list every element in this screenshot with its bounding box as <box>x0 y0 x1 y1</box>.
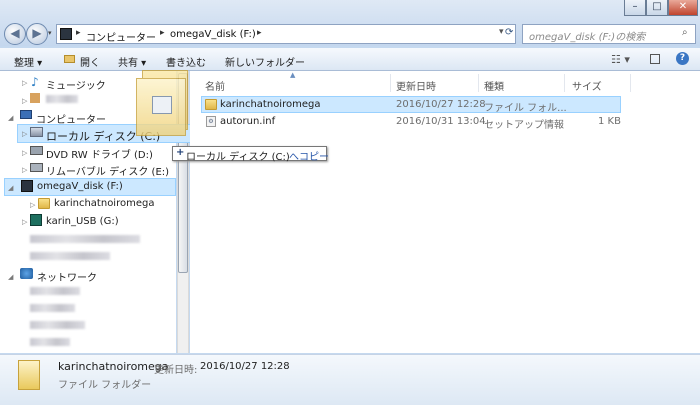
collapse-icon[interactable]: ◢ <box>8 184 13 192</box>
file-type: セットアップ情報 <box>484 120 564 131</box>
drag-copy-tooltip: + ローカル ディスク (C:) へコピー <box>172 146 329 163</box>
omega-drive-icon <box>21 180 33 192</box>
collapse-icon[interactable]: ◢ <box>8 273 13 281</box>
nav-item-karin-usb[interactable]: karin_USB (G:) <box>46 216 119 227</box>
expand-icon[interactable]: ▷ <box>22 218 27 226</box>
file-date: 2016/10/31 13:04 <box>396 116 486 127</box>
dvd-drive-icon <box>30 146 43 155</box>
nav-item-omega[interactable]: omegaV_disk (F:) <box>37 181 123 192</box>
breadcrumb-computer[interactable]: コンピューター <box>86 29 156 44</box>
drag-ghost-folder-icon <box>136 70 192 136</box>
drive-icon <box>60 28 72 40</box>
column-header-type[interactable]: 種類 <box>484 78 504 93</box>
search-input[interactable]: omegaV_disk (F:)の検索 <box>522 24 696 44</box>
folder-icon <box>38 198 50 209</box>
address-bar[interactable]: ▸ コンピューター ▸ omegaV_disk (F:) ▸ ▾ <box>56 24 516 44</box>
expand-icon[interactable]: ▷ <box>30 201 35 209</box>
drop-target-name: ローカル ディスク (C:) <box>186 152 290 163</box>
share-button[interactable]: 共有 ▾ <box>118 54 146 69</box>
recent-pages-icon[interactable]: ▾ <box>48 29 52 37</box>
file-name: karinchatnoiromega <box>220 99 321 110</box>
column-divider[interactable] <box>478 74 479 92</box>
forward-button[interactable]: ▶ <box>26 23 48 45</box>
column-divider[interactable] <box>564 74 565 92</box>
music-icon: ♪ <box>31 75 39 89</box>
nav-item-dvd[interactable]: DVD RW ドライブ (D:) <box>46 146 153 161</box>
collapse-icon[interactable]: ◢ <box>8 114 13 122</box>
redacted-label <box>30 304 75 312</box>
computer-icon <box>20 110 32 119</box>
command-bar <box>0 48 700 71</box>
preview-pane-icon[interactable] <box>650 54 660 64</box>
file-date: 2016/10/27 12:28 <box>396 99 486 110</box>
crumb-separator-icon: ▸ <box>160 28 165 38</box>
removable-disk-icon <box>30 163 43 172</box>
new-folder-button[interactable]: 新しいフォルダー <box>225 54 305 69</box>
redacted-label <box>30 252 110 260</box>
maximize-button[interactable]: □ <box>646 0 668 16</box>
open-folder-icon <box>64 55 75 63</box>
redacted-label <box>30 338 70 346</box>
user-folder-icon <box>30 93 40 103</box>
nav-item-network[interactable]: ネットワーク <box>37 269 97 284</box>
expand-icon[interactable]: ▷ <box>22 166 27 174</box>
sort-indicator-icon: ▲ <box>290 71 296 79</box>
crumb-separator-icon: ▸ <box>257 28 262 38</box>
column-header-date[interactable]: 更新日時 <box>396 78 436 93</box>
minimize-button[interactable]: – <box>624 0 646 16</box>
nav-item-music[interactable]: ミュージック <box>46 77 106 92</box>
expand-icon[interactable]: ▷ <box>22 79 27 87</box>
details-date-label: 更新日時: <box>154 365 198 376</box>
burn-button[interactable]: 書き込む <box>166 54 206 69</box>
folder-icon <box>205 99 217 110</box>
redacted-label <box>46 95 78 103</box>
redacted-label <box>30 235 140 243</box>
details-type: ファイル フォルダー <box>58 380 152 391</box>
refresh-icon[interactable]: ⟳ <box>505 27 513 38</box>
close-button[interactable]: ✕ <box>668 0 698 16</box>
open-button[interactable]: 開く <box>80 54 100 69</box>
redacted-label <box>30 321 85 329</box>
expand-icon[interactable]: ▷ <box>22 149 27 157</box>
help-icon[interactable]: ? <box>676 52 689 65</box>
nav-item-removable[interactable]: リムーバブル ディスク (E:) <box>46 163 169 178</box>
crumb-separator-icon: ▸ <box>76 28 81 38</box>
settings-file-icon: ⚙ <box>206 116 216 127</box>
file-size: 1 KB <box>598 116 621 127</box>
breadcrumb-drive[interactable]: omegaV_disk (F:) <box>170 29 256 40</box>
network-icon <box>20 268 33 279</box>
column-divider[interactable] <box>630 74 631 92</box>
nav-item-karin-folder[interactable]: karinchatnoiromega <box>54 198 154 209</box>
address-dropdown-icon[interactable]: ▾ <box>499 27 504 37</box>
column-header-size[interactable]: サイズ <box>572 78 602 93</box>
details-date: 2016/10/27 12:28 <box>200 361 290 372</box>
file-type: ファイル フォル... <box>484 103 567 114</box>
selected-folder-icon <box>18 360 40 390</box>
column-header-name[interactable]: 名前 <box>205 78 225 93</box>
usb-drive-icon <box>30 214 42 226</box>
organize-button[interactable]: 整理 ▾ <box>14 54 42 69</box>
file-name: autorun.inf <box>220 116 276 127</box>
local-disk-icon <box>30 127 43 137</box>
view-options-icon[interactable]: ☷ ▾ <box>611 53 630 66</box>
expand-icon[interactable]: ▷ <box>22 130 27 138</box>
expand-icon[interactable]: ▷ <box>22 97 27 105</box>
redacted-label <box>30 287 80 295</box>
column-divider[interactable] <box>390 74 391 92</box>
details-name: karinchatnoiromega <box>58 360 169 373</box>
search-icon: ⌕ <box>682 27 688 38</box>
back-button[interactable]: ◀ <box>4 23 26 45</box>
copy-plus-icon: + <box>176 147 185 158</box>
copy-action-label: へコピー <box>289 152 329 163</box>
